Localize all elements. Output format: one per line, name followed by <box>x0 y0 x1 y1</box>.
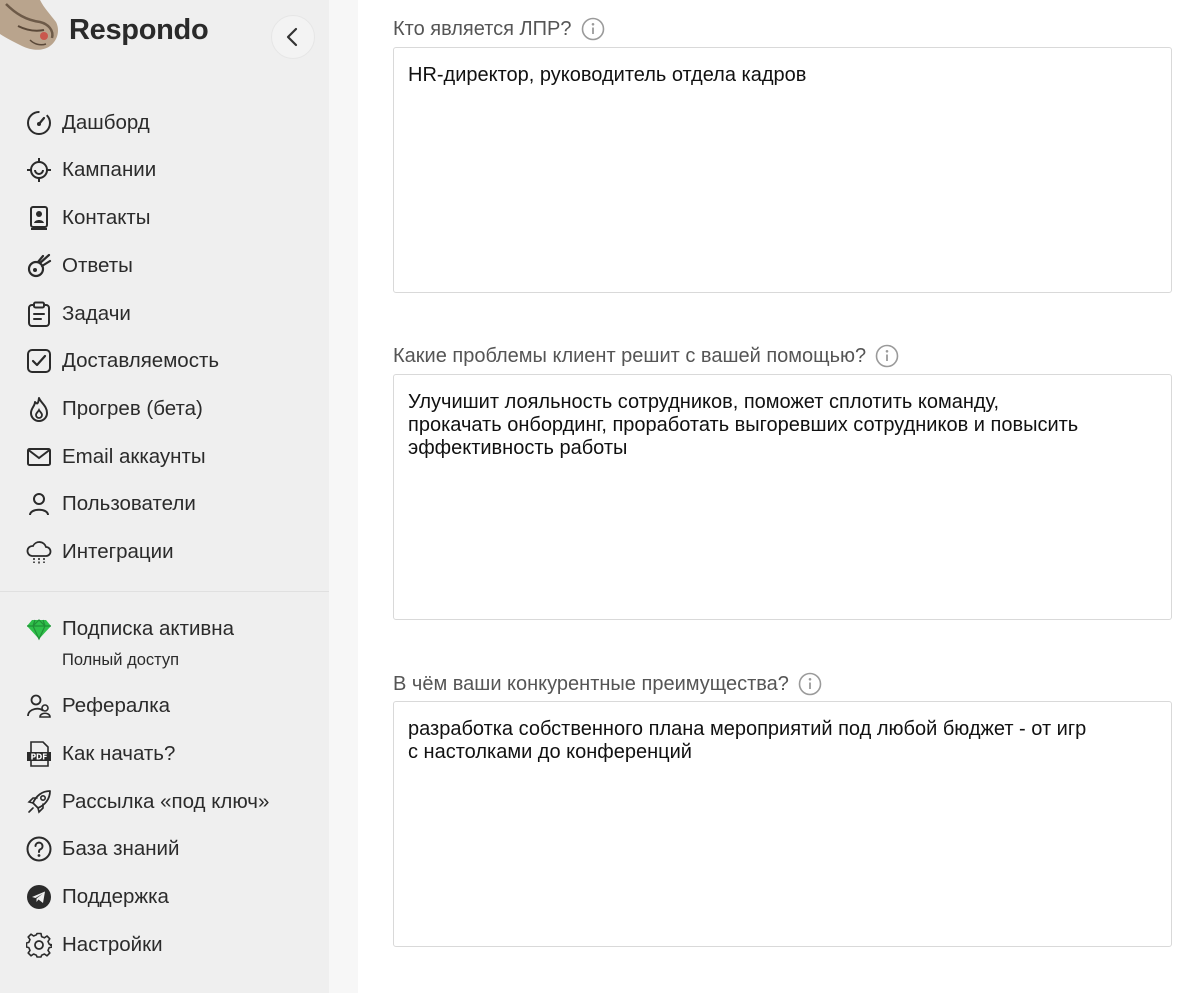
sidebar-item-replies[interactable]: Ответы <box>24 246 314 286</box>
field-label-text: Какие проблемы клиент решит с вашей помо… <box>393 344 867 367</box>
client-problems-textarea[interactable]: Улучишит лояльность сотрудников, поможет… <box>393 374 1172 620</box>
sidebar-item-knowledge-base[interactable]: База знаний <box>24 829 314 869</box>
sidebar-item-campaigns[interactable]: Кампании <box>24 150 314 190</box>
pdf-icon: PDF <box>24 739 54 769</box>
diamond-icon <box>24 614 54 644</box>
sidebar-item-label: Кампании <box>62 158 157 181</box>
subscription-label: Подписка активна <box>62 617 235 640</box>
sidebar: Respondo Дашборд Кампании Контакты Ответ… <box>0 0 329 993</box>
sidebar-item-label: Интеграции <box>62 540 174 563</box>
sidebar-item-tasks[interactable]: Задачи <box>24 294 314 334</box>
gear-icon <box>24 930 54 960</box>
rocket-icon <box>24 787 54 817</box>
field-label-text: Кто является ЛПР? <box>393 17 572 40</box>
sidebar-item-label: Рассылка «под ключ» <box>62 790 270 813</box>
envelope-icon <box>24 442 54 472</box>
sidebar-item-email-accounts[interactable]: Email аккаунты <box>24 437 314 477</box>
sidebar-item-label: Задачи <box>62 302 131 325</box>
field-label-client-problems: Какие проблемы клиент решит с вашей помо… <box>393 344 899 368</box>
sidebar-item-label: Доставляемость <box>62 349 220 372</box>
sidebar-item-integrations[interactable]: Интеграции <box>24 532 314 572</box>
svg-text:PDF: PDF <box>31 753 48 762</box>
sidebar-item-label: Email аккаунты <box>62 445 206 468</box>
sidebar-item-label: Контакты <box>62 206 151 229</box>
flame-icon <box>24 394 54 424</box>
telegram-icon <box>24 882 54 912</box>
decision-maker-textarea[interactable]: HR-директор, руководитель отдела кадров <box>393 47 1172 293</box>
sidebar-item-label: Рефералка <box>62 694 171 717</box>
collapse-sidebar-button[interactable] <box>271 15 315 59</box>
competitive-advantages-textarea[interactable]: разработка собственного плана мероприяти… <box>393 701 1172 947</box>
question-icon <box>24 834 54 864</box>
field-label-text: В чём ваши конкурентные преимущества? <box>393 672 789 695</box>
sidebar-item-subscription[interactable]: Подписка активна <box>24 609 314 649</box>
sidebar-item-label: Как начать? <box>62 742 176 765</box>
user-icon <box>24 489 54 519</box>
sidebar-item-referral[interactable]: Рефералка <box>24 686 314 726</box>
sidebar-item-label: База знаний <box>62 837 180 860</box>
target-icon <box>24 155 54 185</box>
sidebar-item-support[interactable]: Поддержка <box>24 877 314 917</box>
sidebar-item-label: Настройки <box>62 933 163 956</box>
field-label-decision-maker: Кто является ЛПР? <box>393 17 605 41</box>
sidebar-item-label: Пользователи <box>62 492 196 515</box>
app-name: Respondo <box>69 14 209 46</box>
sidebar-item-warmup[interactable]: Прогрев (бета) <box>24 389 314 429</box>
sidebar-item-turnkey-mailing[interactable]: Рассылка «под ключ» <box>24 782 314 822</box>
sidebar-item-label: Прогрев (бета) <box>62 397 203 420</box>
clipboard-icon <box>24 299 54 329</box>
mascot-logo-icon <box>0 0 58 50</box>
checkbox-icon <box>24 346 54 376</box>
speedometer-icon <box>24 108 54 138</box>
sidebar-item-users[interactable]: Пользователи <box>24 484 314 524</box>
comet-icon <box>24 251 54 281</box>
info-icon[interactable] <box>798 672 822 696</box>
sidebar-item-dashboard[interactable]: Дашборд <box>24 103 314 143</box>
sidebar-gutter <box>329 0 358 993</box>
sidebar-item-contacts[interactable]: Контакты <box>24 198 314 238</box>
info-icon[interactable] <box>875 344 899 368</box>
logo-row: Respondo <box>0 0 329 70</box>
info-icon[interactable] <box>581 17 605 41</box>
sidebar-item-label: Ответы <box>62 254 133 277</box>
chevron-left-icon <box>286 27 298 47</box>
field-label-competitive-advantages: В чём ваши конкурентные преимущества? <box>393 672 822 696</box>
sidebar-divider <box>0 591 329 592</box>
subscription-sub-label: Полный доступ <box>62 651 180 669</box>
cloud-icon <box>24 537 54 567</box>
sidebar-item-getting-started[interactable]: PDF Как начать? <box>24 734 314 774</box>
sidebar-item-label: Дашборд <box>62 111 150 134</box>
contact-book-icon <box>24 203 54 233</box>
sidebar-item-deliverability[interactable]: Доставляемость <box>24 341 314 381</box>
sidebar-item-label: Поддержка <box>62 885 169 908</box>
sidebar-item-settings[interactable]: Настройки <box>24 925 314 965</box>
users-icon <box>24 691 54 721</box>
